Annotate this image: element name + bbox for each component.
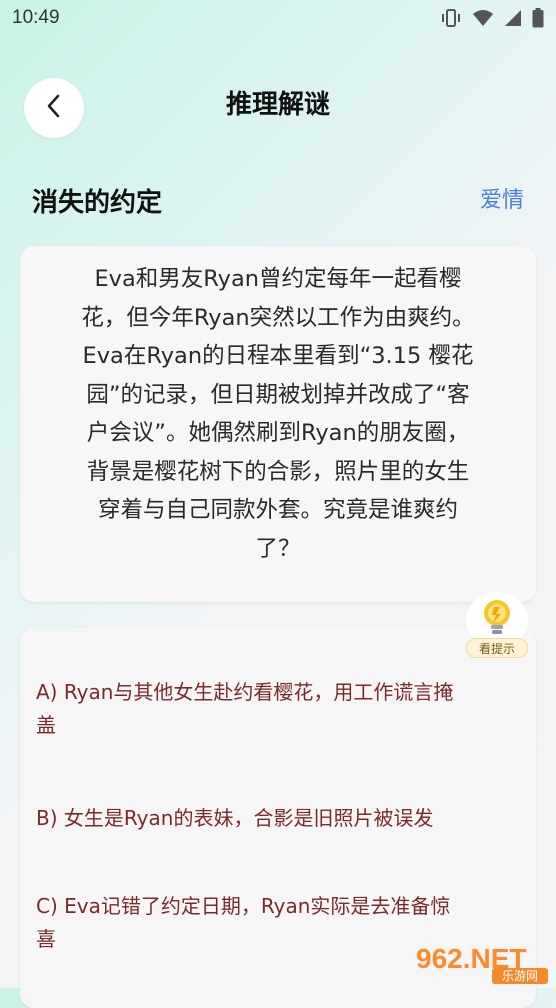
story-line: 园”的记录，但日期被划掉并改成了“客 bbox=[86, 381, 470, 408]
watermark-small-text: 乐游网 bbox=[502, 969, 538, 983]
option-text: B) 女生是Ryan的表妹，合影是旧照片被误发 bbox=[36, 806, 434, 830]
story-line: Eva在Ryan的日程本里看到“3.15 樱花 bbox=[82, 343, 474, 369]
page-title: 推理解谜 bbox=[225, 90, 330, 120]
status-time: 10:49 bbox=[12, 7, 60, 28]
option-text: A) Ryan与其他女生赴约看樱花，用工作谎言掩 bbox=[36, 680, 454, 704]
option-text: 喜 bbox=[36, 927, 56, 951]
story-line: 花，但今年Ryan突然以工作为由爽约。 bbox=[81, 304, 475, 331]
vibrate-icon bbox=[440, 8, 462, 28]
hint-button[interactable]: 看提示 bbox=[466, 592, 528, 662]
option-text: 盖 bbox=[36, 713, 56, 737]
status-icons bbox=[440, 8, 544, 28]
option-b[interactable]: B) 女生是Ryan的表妹，合影是旧照片被误发 bbox=[36, 802, 506, 835]
option-text: C) Eva记错了约定日期，Ryan实际是去准备惊 bbox=[36, 894, 451, 918]
option-a[interactable]: A) Ryan与其他女生赴约看樱花，用工作谎言掩 盖 bbox=[36, 676, 506, 742]
lightbulb-icon bbox=[479, 598, 515, 642]
story-card: Eva和男友Ryan曾约定每年一起看樱 花，但今年Ryan突然以工作为由爽约。 … bbox=[20, 246, 536, 602]
battery-icon bbox=[532, 8, 544, 28]
story-line: 背景是樱花树下的合影，照片里的女生 bbox=[86, 458, 470, 485]
story-line: 了？ bbox=[255, 535, 301, 562]
watermark-logo: 962.NET 乐游网 bbox=[414, 940, 550, 984]
puzzle-title: 消失的约定 bbox=[32, 188, 163, 218]
status-bar: 10:49 bbox=[0, 0, 556, 36]
signal-icon bbox=[504, 9, 522, 27]
header: 推理解谜 bbox=[0, 72, 556, 144]
story-line: 穿着与自己同款外套。究竟是谁爽约 bbox=[97, 497, 458, 523]
story-line: Eva和男友Ryan曾约定每年一起看樱 bbox=[94, 266, 462, 292]
story-text: Eva和男友Ryan曾约定每年一起看樱 花，但今年Ryan突然以工作为由爽约。 … bbox=[38, 260, 518, 568]
hint-label: 看提示 bbox=[466, 638, 528, 658]
wifi-icon bbox=[472, 9, 494, 27]
story-line: 户会议”。她偶然刷到Ryan的朋友圈， bbox=[86, 420, 470, 446]
category-tag[interactable]: 爱情 bbox=[480, 182, 524, 214]
